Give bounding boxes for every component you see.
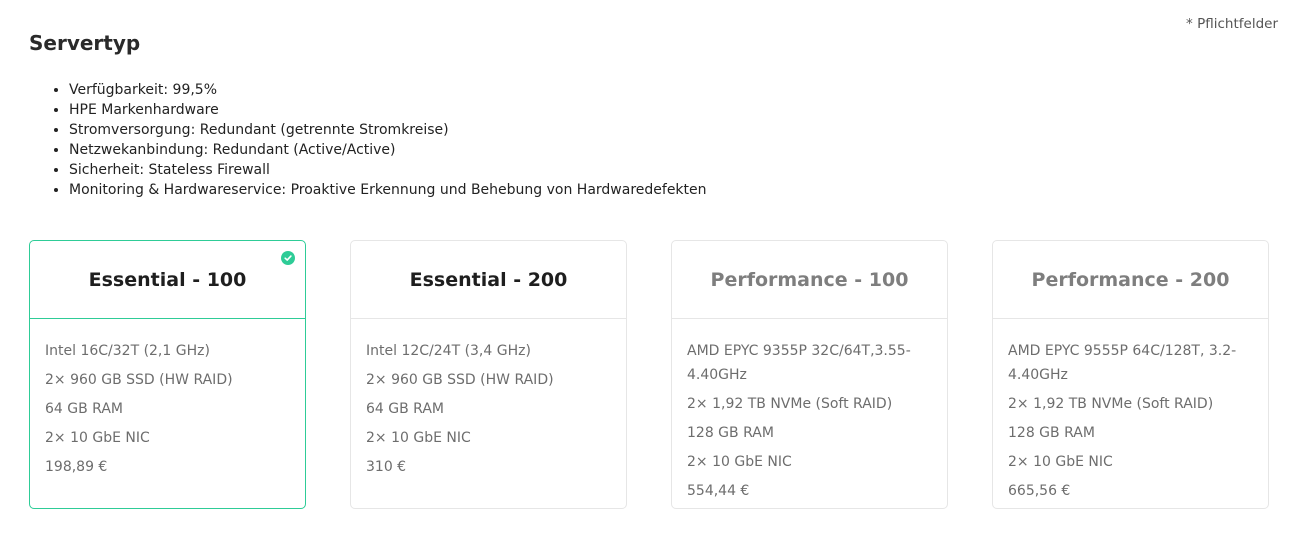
price: 310 € — [366, 459, 407, 475]
server-card-performance-200[interactable]: Performance - 200 AMD EPYC 9555P 64C/128… — [992, 240, 1269, 509]
price: 554,44 € — [687, 483, 750, 499]
spec-ram: 64 GB RAM — [45, 401, 123, 417]
feature-item: Stromversorgung: Redundant (getrennte St… — [69, 120, 707, 140]
spec-cpu: Intel 12C/24T (3,4 GHz) — [366, 343, 531, 359]
required-fields-note: * Pflichtfelder — [1186, 16, 1278, 32]
feature-item: Sicherheit: Stateless Firewall — [69, 160, 707, 180]
spec-cpu: Intel 16C/32T (2,1 GHz) — [45, 343, 210, 359]
checkmark-icon — [281, 251, 295, 265]
card-title: Essential - 100 — [88, 268, 247, 291]
card-title: Performance - 200 — [1031, 268, 1230, 291]
spec-ram: 64 GB RAM — [366, 401, 444, 417]
card-specs: Intel 12C/24T (3,4 GHz) 2× 960 GB SSD (H… — [351, 319, 626, 479]
feature-item: Netzwekanbindung: Redundant (Active/Acti… — [69, 140, 707, 160]
card-specs: Intel 16C/32T (2,1 GHz) 2× 960 GB SSD (H… — [30, 319, 305, 479]
feature-list: Verfügbarkeit: 99,5% HPE Markenhardware … — [29, 80, 707, 200]
spec-storage: 2× 1,92 TB NVMe (Soft RAID) — [687, 396, 893, 412]
spec-nic: 2× 10 GbE NIC — [1008, 454, 1113, 470]
spec-nic: 2× 10 GbE NIC — [45, 430, 150, 446]
section-title: Servertyp — [29, 31, 141, 55]
server-type-options: Essential - 100 Intel 16C/32T (2,1 GHz) … — [29, 240, 1269, 509]
spec-ram: 128 GB RAM — [1008, 425, 1095, 441]
price: 198,89 € — [45, 459, 108, 475]
feature-item: HPE Markenhardware — [69, 100, 707, 120]
card-header: Essential - 200 — [351, 241, 626, 319]
spec-nic: 2× 10 GbE NIC — [687, 454, 792, 470]
card-header: Performance - 200 — [993, 241, 1268, 319]
server-card-performance-100[interactable]: Performance - 100 AMD EPYC 9355P 32C/64T… — [671, 240, 948, 509]
card-header: Performance - 100 — [672, 241, 947, 319]
spec-cpu: AMD EPYC 9555P 64C/128T, 3.2-4.40GHz — [1008, 343, 1237, 383]
card-title: Performance - 100 — [710, 268, 909, 291]
card-specs: AMD EPYC 9355P 32C/64T,3.55-4.40GHz 2× 1… — [672, 319, 947, 503]
feature-item: Monitoring & Hardwareservice: Proaktive … — [69, 180, 707, 200]
server-card-essential-100[interactable]: Essential - 100 Intel 16C/32T (2,1 GHz) … — [29, 240, 306, 509]
spec-storage: 2× 960 GB SSD (HW RAID) — [45, 372, 233, 388]
server-card-essential-200[interactable]: Essential - 200 Intel 12C/24T (3,4 GHz) … — [350, 240, 627, 509]
price: 665,56 € — [1008, 483, 1071, 499]
spec-storage: 2× 960 GB SSD (HW RAID) — [366, 372, 554, 388]
card-header: Essential - 100 — [30, 241, 305, 319]
card-title: Essential - 200 — [409, 268, 568, 291]
spec-storage: 2× 1,92 TB NVMe (Soft RAID) — [1008, 396, 1214, 412]
spec-cpu: AMD EPYC 9355P 32C/64T,3.55-4.40GHz — [687, 343, 911, 383]
spec-ram: 128 GB RAM — [687, 425, 774, 441]
feature-item: Verfügbarkeit: 99,5% — [69, 80, 707, 100]
card-specs: AMD EPYC 9555P 64C/128T, 3.2-4.40GHz 2× … — [993, 319, 1268, 503]
spec-nic: 2× 10 GbE NIC — [366, 430, 471, 446]
